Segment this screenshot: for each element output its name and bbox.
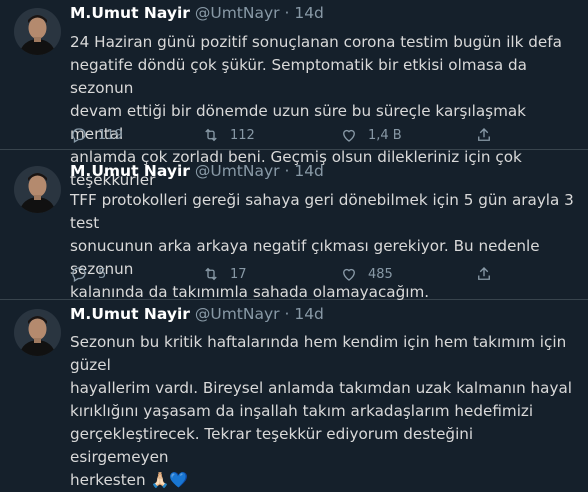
- retweet-count: 112: [230, 127, 255, 143]
- author-name[interactable]: M.Umut Nayir: [70, 4, 190, 22]
- retweet-count: 17: [230, 266, 247, 282]
- author-handle[interactable]: @UmtNayr: [195, 162, 280, 180]
- author-name[interactable]: M.Umut Nayir: [70, 305, 190, 323]
- like-count: 1,4 B: [368, 127, 402, 143]
- tweet-text-content: Sezonun bu kritik haftalarında hem kendi…: [70, 333, 572, 489]
- timestamp[interactable]: 14d: [294, 305, 324, 323]
- tweet-3[interactable]: M.Umut Nayir @UmtNayr · 14d Sezonun bu k…: [0, 301, 588, 489]
- share-button[interactable]: [475, 125, 493, 145]
- avatar[interactable]: [14, 8, 61, 55]
- tweet-2[interactable]: M.Umut Nayir @UmtNayr · 14d TFF protokol…: [0, 158, 588, 301]
- separator-dot: ·: [284, 162, 290, 180]
- tweet-header: M.Umut Nayir @UmtNayr · 14d: [70, 161, 324, 181]
- tweet-header: M.Umut Nayir @UmtNayr · 14d: [70, 304, 324, 324]
- tweet-actions: 119 112 1,4 B: [70, 125, 520, 145]
- author-name[interactable]: M.Umut Nayir: [70, 162, 190, 180]
- like-icon: [343, 129, 355, 142]
- author-handle[interactable]: @UmtNayr: [195, 305, 280, 323]
- separator-dot: ·: [284, 305, 290, 323]
- separator-dot: ·: [284, 4, 290, 22]
- like-count: 485: [368, 266, 393, 282]
- reply-button[interactable]: 5: [70, 264, 106, 284]
- reply-button[interactable]: 119: [70, 125, 123, 145]
- timestamp[interactable]: 14d: [294, 162, 324, 180]
- share-icon: [478, 128, 490, 141]
- tweet-header: M.Umut Nayir @UmtNayr · 14d: [70, 3, 324, 23]
- like-button[interactable]: 1,4 B: [340, 125, 402, 145]
- reply-icon: [72, 267, 86, 282]
- share-icon: [478, 267, 490, 280]
- like-icon: [343, 268, 355, 281]
- share-button[interactable]: [475, 264, 493, 284]
- retweet-icon: [205, 267, 217, 281]
- author-handle[interactable]: @UmtNayr: [195, 4, 280, 22]
- like-button[interactable]: 485: [340, 264, 393, 284]
- tweet-text: TFF protokolleri gereği sahaya geri döne…: [70, 191, 574, 301]
- emoji: 🙏🏻💙: [150, 471, 189, 489]
- retweet-icon: [205, 128, 217, 142]
- reply-count: 5: [98, 266, 107, 282]
- retweet-button[interactable]: 17: [202, 264, 247, 284]
- reply-icon: [72, 128, 86, 143]
- tweet-actions: 5 17 485: [70, 264, 520, 284]
- retweet-button[interactable]: 112: [202, 125, 255, 145]
- avatar[interactable]: [14, 166, 61, 213]
- tweet-text: Sezonun bu kritik haftalarında hem kendi…: [70, 331, 575, 492]
- tweet-1[interactable]: M.Umut Nayir @UmtNayr · 14d 24 Haziran g…: [0, 0, 588, 189]
- avatar[interactable]: [14, 309, 61, 356]
- reply-count: 119: [98, 127, 123, 143]
- timestamp[interactable]: 14d: [294, 4, 324, 22]
